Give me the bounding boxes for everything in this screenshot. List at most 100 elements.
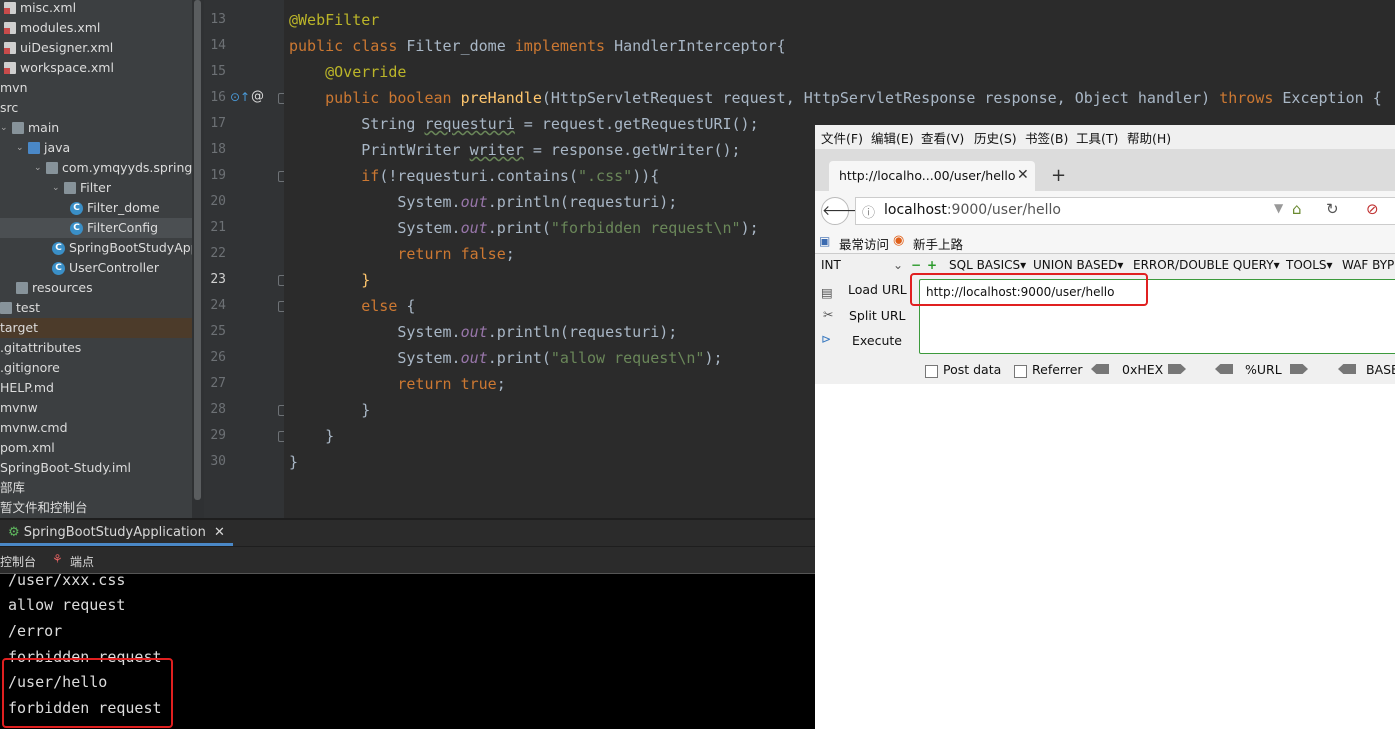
- tree-item[interactable]: target: [0, 318, 192, 338]
- browser-tab[interactable]: http://localho...00/user/hello ✕: [829, 161, 1035, 191]
- tree-item-label: HELP.md: [0, 380, 54, 395]
- tree-item[interactable]: mvn: [0, 78, 28, 98]
- url-encode-arrow[interactable]: [1290, 364, 1308, 374]
- dropdown-arrow-icon[interactable]: ▼: [1274, 201, 1283, 215]
- menu-history[interactable]: 历史(S): [974, 128, 1017, 147]
- class-icon: C: [52, 261, 65, 275]
- line-number: 17: [210, 116, 226, 131]
- tree-item[interactable]: C FilterConfig: [0, 218, 192, 238]
- xml-file-icon: [4, 2, 16, 14]
- tree-item[interactable]: misc.xml: [0, 0, 76, 18]
- close-tab-icon[interactable]: ✕: [1017, 167, 1029, 183]
- info-icon[interactable]: ⓘ: [862, 202, 875, 221]
- tree-item[interactable]: mvnw: [0, 398, 38, 418]
- new-tab-icon[interactable]: +: [1051, 165, 1066, 186]
- menu-tools[interactable]: 工具(T): [1076, 128, 1118, 147]
- tree-item[interactable]: HELP.md: [0, 378, 54, 398]
- tree-item[interactable]: ⌄ com.ymqyyds.springboc: [0, 158, 192, 178]
- address-bar[interactable]: ⓘ localhost:9000/user/hello ▼ ⌂ ↻ ⊘: [855, 197, 1395, 225]
- browser-menubar: 文件(F) 编辑(E) 查看(V) 历史(S) 书签(B) 工具(T) 帮助(H…: [815, 125, 1395, 149]
- tree-item[interactable]: 暂文件和控制台: [0, 498, 88, 518]
- highlight-box: [2, 658, 173, 728]
- tree-item[interactable]: .gitignore: [0, 358, 60, 378]
- tree-item[interactable]: modules.xml: [0, 18, 100, 38]
- load-url-button[interactable]: Load URL: [848, 282, 907, 297]
- tree-item-label: 部库: [0, 480, 26, 495]
- expand-arrow-icon[interactable]: ⌄: [52, 178, 64, 198]
- tree-item[interactable]: src: [0, 98, 18, 118]
- tree-item[interactable]: C Filter_dome: [0, 198, 160, 218]
- menu-tools[interactable]: TOOLS▾: [1286, 258, 1333, 272]
- menu-view[interactable]: 查看(V): [921, 128, 964, 147]
- tree-item[interactable]: workspace.xml: [0, 58, 114, 78]
- console-output[interactable]: /user/xxx.css allow request /error forbi…: [0, 571, 815, 729]
- post-data-checkbox[interactable]: [925, 365, 938, 378]
- menu-waf-bypass[interactable]: WAF BYP: [1342, 258, 1394, 272]
- expand-arrow-icon[interactable]: ⌄: [0, 118, 12, 138]
- expand-arrow-icon[interactable]: ⌄: [34, 158, 46, 178]
- tree-item-label: target: [0, 320, 39, 335]
- tree-item[interactable]: mvnw.cmd: [0, 418, 68, 438]
- home-icon[interactable]: ⌂: [1292, 200, 1302, 218]
- tree-item-label: resources: [32, 280, 93, 295]
- referrer-checkbox[interactable]: [1014, 365, 1027, 378]
- hex-decode-arrow[interactable]: [1091, 364, 1109, 374]
- run-config-icon: ⚙: [8, 525, 20, 540]
- menu-bookmarks[interactable]: 书签(B): [1025, 128, 1068, 147]
- close-icon[interactable]: ✕: [214, 525, 225, 540]
- menu-union-based[interactable]: UNION BASED▾: [1033, 258, 1123, 272]
- expand-arrow-icon[interactable]: ⌄: [16, 138, 28, 158]
- hex-encode-arrow[interactable]: [1168, 364, 1186, 374]
- load-url-icon: ▤: [821, 285, 833, 300]
- chevron-down-icon[interactable]: ⌄: [893, 258, 903, 272]
- tree-item[interactable]: ⌄ java: [0, 138, 70, 158]
- tree-item[interactable]: ⌄ Filter: [0, 178, 111, 198]
- tree-item[interactable]: 部库: [0, 478, 25, 498]
- class-icon: C: [52, 241, 65, 255]
- tree-item[interactable]: C SpringBootStudyApp: [0, 238, 192, 258]
- endpoints-icon: ⚘: [52, 552, 63, 566]
- tab-title: http://localho...00/user/hello: [839, 168, 1016, 183]
- package-icon: [64, 182, 76, 194]
- tree-item[interactable]: .gitattributes: [0, 338, 81, 358]
- type-select[interactable]: INT: [821, 258, 841, 272]
- menu-error-double-query[interactable]: ERROR/DOUBLE QUERY▾: [1133, 258, 1280, 272]
- line-number: 15: [210, 64, 226, 79]
- reload-icon[interactable]: ↻: [1326, 200, 1339, 218]
- minus-icon[interactable]: −: [911, 258, 921, 272]
- menu-sql-basics[interactable]: SQL BASICS▾: [949, 258, 1026, 272]
- tree-item[interactable]: SpringBoot-Study.iml: [0, 458, 131, 478]
- code-line: return true;: [397, 375, 506, 393]
- execute-button[interactable]: Execute: [852, 333, 902, 348]
- url-decode-arrow[interactable]: [1215, 364, 1233, 374]
- tree-item[interactable]: resources: [0, 278, 93, 298]
- tree-item-label: mvnw.cmd: [0, 420, 68, 435]
- annotation-gutter-icon[interactable]: @: [251, 89, 264, 104]
- hex-label: 0xHEX: [1122, 362, 1164, 377]
- folder-icon: [0, 302, 12, 314]
- back-button[interactable]: 🡐: [821, 197, 860, 225]
- scrollbar-thumb[interactable]: [194, 0, 201, 500]
- override-gutter-icon[interactable]: ⊙↑: [230, 90, 250, 104]
- tree-item[interactable]: ⌄ main: [0, 118, 59, 138]
- menu-help[interactable]: 帮助(H): [1127, 128, 1171, 147]
- bookmark-most-visited[interactable]: 最常访问: [839, 234, 889, 253]
- code-line: }: [289, 401, 371, 419]
- base-decode-arrow[interactable]: [1338, 364, 1356, 374]
- line-number: 16: [210, 90, 226, 105]
- line-number: 27: [210, 376, 226, 391]
- run-tab[interactable]: ⚙ SpringBootStudyApplication ✕: [0, 520, 233, 546]
- menu-file[interactable]: 文件(F): [821, 128, 863, 147]
- plus-icon[interactable]: +: [927, 258, 937, 272]
- menu-edit[interactable]: 编辑(E): [871, 128, 914, 147]
- tree-item-label: SpringBoot-Study.iml: [0, 460, 132, 475]
- block-icon[interactable]: ⊘: [1366, 200, 1379, 218]
- tree-item[interactable]: uiDesigner.xml: [0, 38, 113, 58]
- split-url-button[interactable]: Split URL: [849, 308, 906, 323]
- bookmark-getting-started[interactable]: 新手上路: [913, 234, 963, 253]
- tree-item-label: uiDesigner.xml: [20, 40, 114, 55]
- tree-item[interactable]: pom.xml: [0, 438, 55, 458]
- tree-item[interactable]: test: [0, 298, 40, 318]
- console-line: /error: [8, 622, 63, 640]
- tree-item[interactable]: C UserController: [0, 258, 159, 278]
